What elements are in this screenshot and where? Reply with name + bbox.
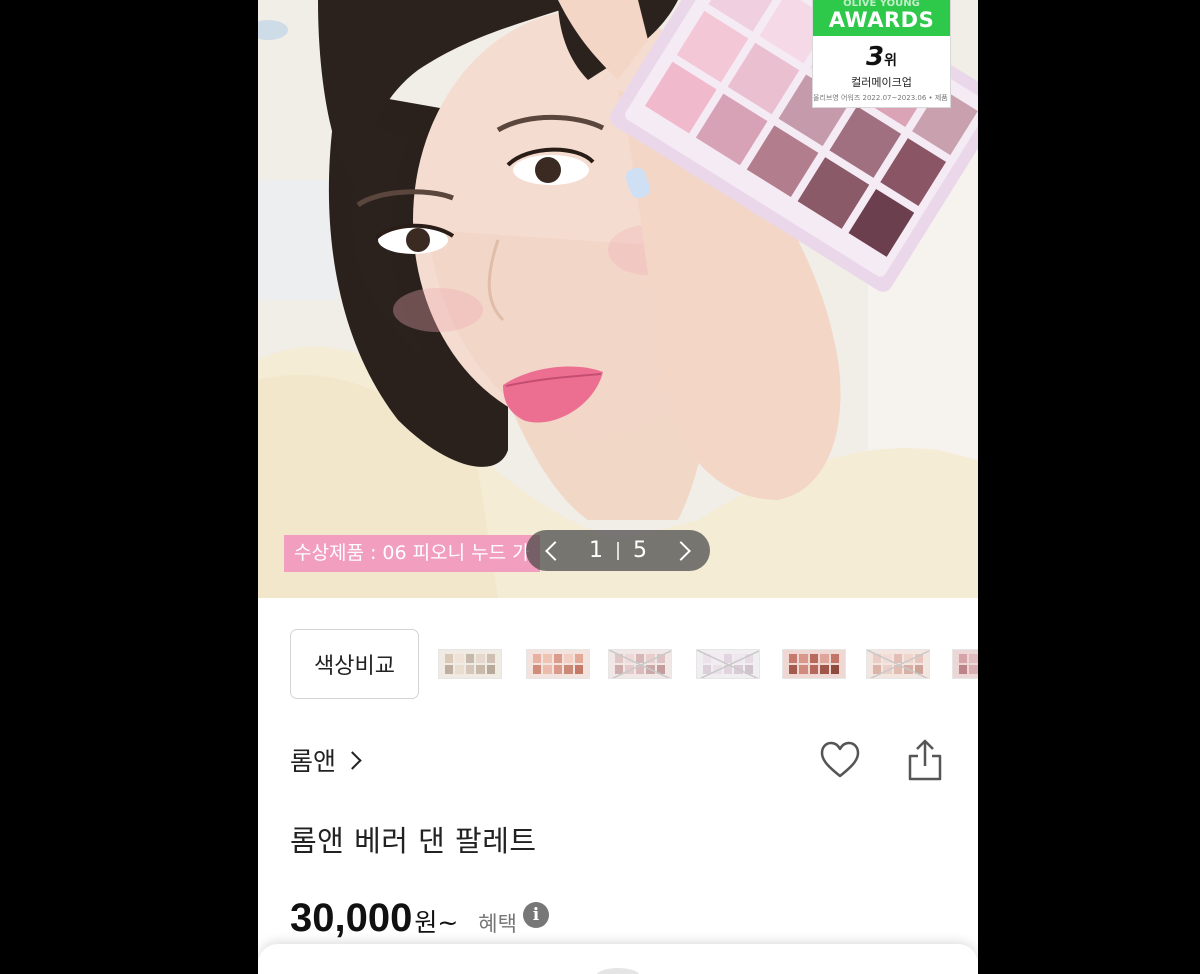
product-title: 롬앤 베러 댄 팔레트 bbox=[290, 824, 537, 858]
color-option-thumb[interactable] bbox=[526, 649, 590, 679]
color-option-row: 색상비교 bbox=[258, 598, 978, 728]
pager-total: 5 bbox=[633, 538, 647, 563]
brand-name: 롬앤 bbox=[290, 747, 337, 776]
award-line2: AWARDS bbox=[828, 8, 935, 32]
color-option-thumb[interactable] bbox=[696, 649, 760, 679]
award-badge: OLIVE YOUNG AWARDS 3위 컬러메이크업 올리브영 어워즈 20… bbox=[812, 0, 951, 108]
pager-current: 1 bbox=[589, 538, 603, 563]
app-screen: OLIVE YOUNG AWARDS 3위 컬러메이크업 올리브영 어워즈 20… bbox=[258, 0, 978, 974]
award-fine-print: 올리브영 어워즈 2022.07~2023.06 • 제품 기준 자료 bbox=[813, 94, 950, 102]
info-icon[interactable]: i bbox=[522, 901, 549, 928]
sold-out-cross-icon bbox=[867, 650, 929, 678]
price-row: 30,000 원~ 혜택 i bbox=[290, 896, 549, 941]
award-line1: OLIVE YOUNG bbox=[843, 0, 920, 9]
chevron-right-icon bbox=[343, 750, 362, 770]
sold-out-cross-icon bbox=[609, 650, 671, 678]
color-option-thumb[interactable] bbox=[866, 649, 930, 679]
carousel-pager: 1 5 bbox=[526, 530, 710, 571]
price-unit: 원~ bbox=[414, 908, 459, 937]
color-option-thumb[interactable] bbox=[438, 649, 502, 679]
benefit-link[interactable]: 혜택 bbox=[478, 908, 517, 938]
heart-icon[interactable] bbox=[820, 741, 860, 779]
chevron-right-icon[interactable] bbox=[671, 540, 691, 561]
product-price: 30,000 bbox=[290, 896, 413, 940]
bottom-sheet[interactable] bbox=[258, 944, 978, 974]
color-option-thumb[interactable] bbox=[782, 649, 846, 679]
color-compare-button[interactable]: 색상비교 bbox=[290, 629, 419, 699]
pager-divider bbox=[617, 541, 619, 560]
chevron-left-icon[interactable] bbox=[545, 540, 565, 561]
color-option-thumb[interactable] bbox=[608, 649, 672, 679]
brand-link[interactable]: 롬앤 bbox=[290, 742, 362, 778]
product-image-carousel[interactable]: OLIVE YOUNG AWARDS 3위 컬러메이크업 올리브영 어워즈 20… bbox=[258, 0, 978, 598]
share-icon[interactable] bbox=[907, 738, 943, 782]
sheet-handle[interactable] bbox=[596, 968, 640, 974]
awarded-product-caption: 수상제품 : 06 피오니 누드 가 bbox=[284, 535, 540, 572]
award-category: 컬러메이크업 bbox=[851, 76, 912, 89]
award-rank: 3위 bbox=[866, 42, 897, 72]
sold-out-cross-icon bbox=[697, 650, 759, 678]
color-option-thumb[interactable] bbox=[952, 649, 978, 679]
